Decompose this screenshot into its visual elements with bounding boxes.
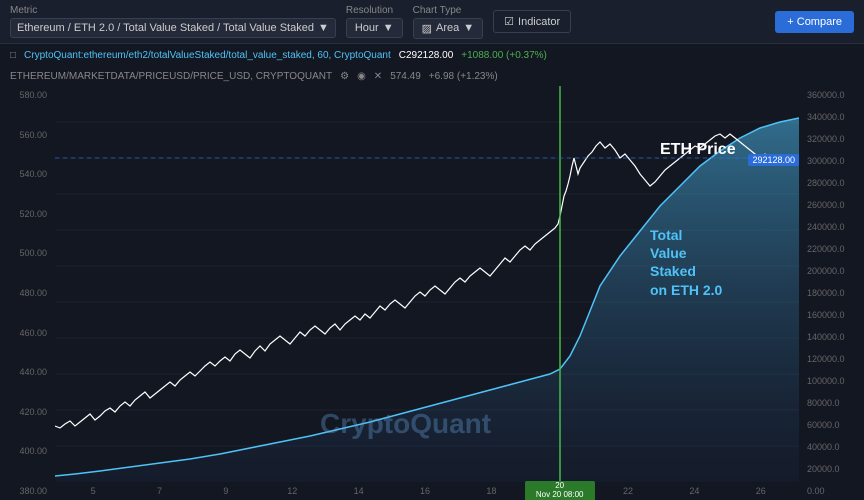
indicator-label: Indicator xyxy=(518,16,560,28)
price-current: C292128.00 xyxy=(399,50,454,61)
price2: 574.49 xyxy=(390,71,421,82)
close-icon[interactable]: ✕ xyxy=(374,71,382,82)
resolution-label: Resolution xyxy=(346,5,403,16)
x-axis-label: 7 xyxy=(126,486,192,496)
chart-type-label: Chart Type xyxy=(413,5,484,16)
chart-type-section: Chart Type ▨ Area ▼ xyxy=(413,5,484,39)
second-info-bar: ETHEREUM/MARKETDATA/PRICEUSD/PRICE_USD, … xyxy=(0,66,864,86)
indicator-button[interactable]: ☑ Indicator xyxy=(493,10,571,33)
source-line2: ETHEREUM/MARKETDATA/PRICEUSD/PRICE_USD, … xyxy=(10,71,332,82)
chart-info-bar: □ CryptoQuant:ethereum/eth2/totalValueSt… xyxy=(0,44,864,66)
tvs-annotation: TotalValueStakedon ETH 2.0 xyxy=(650,226,722,299)
metric-chevron-icon: ▼ xyxy=(318,22,329,34)
chart-canvas: 580.00560.00540.00520.00500.00480.00460.… xyxy=(0,86,864,500)
checkbox-icon: ☑ xyxy=(504,15,514,28)
chart-type-value: Area xyxy=(436,22,459,34)
source-icon: □ xyxy=(10,50,16,61)
compare-label: + Compare xyxy=(787,16,842,28)
price-change: +1088.00 (+0.37%) xyxy=(461,50,547,61)
settings-icon[interactable]: ⚙ xyxy=(340,71,349,82)
chart-type-dropdown[interactable]: ▨ Area ▼ xyxy=(413,18,484,39)
metric-section: Metric Ethereum / ETH 2.0 / Total Value … xyxy=(10,5,336,38)
x-axis-label: 14 xyxy=(325,486,391,496)
x-axis: 5791214161820 Nov 20 08:00222426 xyxy=(55,482,799,500)
x-axis-label: 22 xyxy=(595,486,661,496)
resolution-chevron-icon: ▼ xyxy=(383,22,394,34)
x-axis-label: 16 xyxy=(392,486,458,496)
metric-dropdown[interactable]: Ethereum / ETH 2.0 / Total Value Staked … xyxy=(10,18,336,38)
x-axis-label: 9 xyxy=(193,486,259,496)
change2: +6.98 (+1.23%) xyxy=(429,71,498,82)
metric-value: Ethereum / ETH 2.0 / Total Value Staked … xyxy=(17,22,314,34)
top-bar: Metric Ethereum / ETH 2.0 / Total Value … xyxy=(0,0,864,44)
metric-label: Metric xyxy=(10,5,336,16)
price-badge: 292128.00 xyxy=(748,154,799,166)
chart-type-icon: ▨ xyxy=(422,22,432,35)
chart-type-chevron-icon: ▼ xyxy=(463,22,474,34)
x-axis-label: 5 xyxy=(60,486,126,496)
price-badge-value: 292128.00 xyxy=(752,155,795,165)
compare-button[interactable]: + Compare xyxy=(775,11,854,33)
eth-price-annotation: ETH Price xyxy=(660,141,736,159)
x-axis-label: 18 xyxy=(458,486,524,496)
x-axis-label: 12 xyxy=(259,486,325,496)
source-line1: CryptoQuant:ethereum/eth2/totalValueStak… xyxy=(24,50,391,61)
resolution-dropdown[interactable]: Hour ▼ xyxy=(346,18,403,38)
x-axis-label: 20 Nov 20 08:00 xyxy=(525,481,595,500)
x-axis-label: 24 xyxy=(661,486,727,496)
resolution-value: Hour xyxy=(355,22,379,34)
eye-icon[interactable]: ◉ xyxy=(357,71,366,82)
chart-area: □ CryptoQuant:ethereum/eth2/totalValueSt… xyxy=(0,44,864,500)
x-axis-label: 26 xyxy=(728,486,794,496)
resolution-section: Resolution Hour ▼ xyxy=(346,5,403,38)
